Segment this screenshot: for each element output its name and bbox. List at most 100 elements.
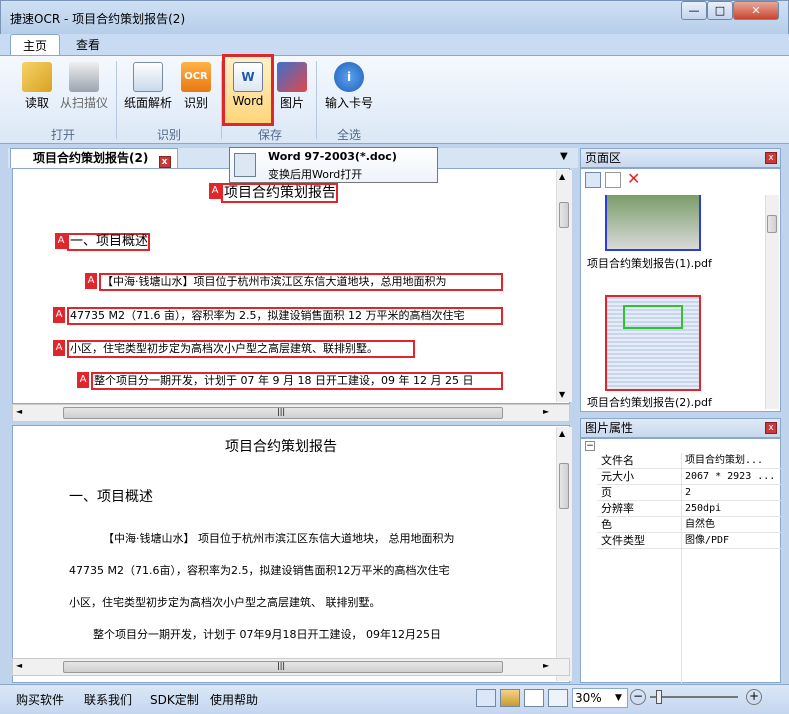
scroll-thumb[interactable] [559, 202, 569, 228]
scroll-grip: ||| [277, 661, 286, 670]
input-card-label: 输入卡号 [324, 96, 373, 110]
image-view-icon[interactable] [500, 689, 520, 707]
ocr-block-text: 小区，住宅类型初步定为高档次小户型之高层建筑、联排别墅。 [70, 342, 378, 355]
minimize-button[interactable]: — [681, 1, 707, 20]
page-panel: ✕ 项目合约策划报告(1).pdf 项目合约策划报告(2).pdf [580, 168, 781, 412]
scroll-grip: ||| [277, 407, 286, 416]
scroll-left-icon[interactable]: ◄ [16, 407, 22, 416]
result-line: 【中海·钱塘山水】 项目位于杭州市滨江区东信大道地块， 总用地面积为 [103, 532, 455, 545]
zoom-value: 30% [575, 691, 602, 705]
text-block-marker: A [53, 307, 65, 323]
page-panel-scrollbar[interactable] [765, 195, 779, 409]
result-vertical-scrollbar[interactable]: ▲ [556, 427, 572, 681]
zoom-out-icon[interactable]: − [630, 689, 646, 705]
ocr-vertical-scrollbar[interactable]: ▲ ▼ [556, 170, 572, 402]
group-recognize-label: 识别 [156, 128, 181, 142]
result-line: 整个项目分一期开发，计划于 07年9月18日开工建设， 09年12月25日 [93, 628, 441, 641]
contact-us-link[interactable]: 联系我们 [84, 691, 132, 708]
text-view-icon[interactable] [524, 689, 544, 707]
layout-button[interactable]: 纸面解析 [122, 58, 174, 118]
scroll-right-icon[interactable]: ► [543, 407, 549, 416]
text-block-marker: A [77, 372, 89, 388]
zoom-slider-track[interactable] [650, 696, 738, 698]
selection-box [623, 305, 683, 329]
scan-button[interactable]: 从扫描仪 [58, 58, 110, 118]
blank-page-icon[interactable] [605, 172, 621, 188]
group-selectall-label: 全选 [336, 128, 361, 142]
group-save-label: 保存 [257, 128, 282, 142]
scroll-thumb[interactable] [559, 463, 569, 509]
picture-button[interactable]: 图片 [274, 58, 310, 118]
ocr-block-text: 47735 M2（71.6 亩），容积率为 2.5，拟建设销售面积 12 万平米… [70, 309, 465, 322]
scroll-up-icon[interactable]: ▲ [559, 429, 565, 438]
layout-icon [133, 62, 163, 92]
scanner-icon [69, 62, 99, 92]
properties-close-icon[interactable]: x [765, 422, 777, 434]
tab-list-dropdown[interactable]: ▼ [560, 151, 568, 162]
view-thumbnails-icon[interactable] [585, 172, 601, 188]
zoom-select[interactable]: 30% ▼ [572, 688, 628, 708]
split-view-icon[interactable] [548, 689, 568, 707]
delete-icon[interactable]: ✕ [627, 169, 640, 188]
ocr-block-line[interactable]: 【中海·钱塘山水】项目位于杭州市滨江区东信大道地块，总用地面积为 [99, 273, 503, 291]
buy-software-link[interactable]: 购买软件 [16, 691, 64, 708]
window-title: 捷速OCR - 项目合约策划报告(2) [10, 12, 186, 26]
tab-view[interactable]: 查看 [64, 34, 112, 56]
document-tab[interactable]: 项目合约策划报告(2) x [10, 148, 178, 168]
result-horizontal-scrollbar[interactable]: ◄ ||| ► [12, 658, 570, 676]
ocr-block-text: 整个项目分一期开发，计划于 07 年 9 月 18 日开工建设，09 年 12 … [94, 374, 474, 387]
picture-icon [277, 62, 307, 92]
word-doc-icon [234, 153, 256, 177]
page-thumbnail-1[interactable] [605, 195, 701, 251]
text-result-pane[interactable]: 项目合约策划报告 一、项目概述 【中海·钱塘山水】 项目位于杭州市滨江区东信大道… [12, 425, 570, 683]
ribbon-separator [221, 61, 222, 139]
ocr-horizontal-scrollbar[interactable]: ◄ ||| ► [12, 404, 570, 422]
read-button[interactable]: 读取 [20, 58, 54, 118]
zoom-slider-thumb[interactable] [656, 690, 662, 704]
word-button[interactable]: W Word [228, 58, 268, 118]
scroll-left-icon[interactable]: ◄ [16, 661, 22, 670]
close-button[interactable]: ✕ [733, 1, 779, 20]
zoom-in-icon[interactable]: + [746, 689, 762, 705]
word-doc-icon: W [233, 62, 263, 92]
tooltip-title: Word 97-2003(*.doc) [268, 150, 397, 163]
sdk-custom-link[interactable]: SDK定制 [150, 691, 199, 708]
result-heading: 一、项目概述 [69, 489, 153, 505]
ocr-block-title[interactable]: A 项目合约策划报告 [209, 183, 338, 203]
tooltip-desc: 变换后用Word打开 [268, 168, 363, 181]
text-block-marker: A [209, 183, 221, 199]
input-card-button[interactable]: i 输入卡号 [322, 58, 376, 118]
ocr-region-pane[interactable]: A 项目合约策划报告 A 一、项目概述 【中海·钱塘山水】项目位于杭州市滨江区东信大… [12, 168, 570, 404]
scan-label: 从扫描仪 [59, 96, 108, 110]
ocr-block-line[interactable]: 小区，住宅类型初步定为高档次小户型之高层建筑、联排别墅。 [67, 340, 415, 358]
ocr-block-line[interactable]: 47735 M2（71.6 亩），容积率为 2.5，拟建设销售面积 12 万平米… [67, 307, 503, 325]
text-block-marker: A [53, 340, 65, 356]
help-link[interactable]: 使用帮助 [210, 691, 258, 708]
maximize-button[interactable]: □ [707, 1, 733, 20]
recognize-button[interactable]: OCR 识别 [178, 58, 214, 118]
scroll-thumb[interactable] [767, 215, 777, 233]
property-divider [681, 453, 682, 683]
result-line: 47735 M2（71.6亩），容积率为2.5，拟建设销售面积12万平米的高档次… [69, 564, 450, 577]
tab-close-icon[interactable]: x [158, 156, 171, 168]
ocr-block-text: 一、项目概述 [70, 234, 149, 249]
page-thumbnail-label: 项目合约策划报告(1).pdf [587, 257, 712, 270]
scroll-up-icon[interactable]: ▲ [559, 172, 565, 181]
result-line: 小区，住宅类型初步定为高档次小户型之高层建筑、 联排别墅。 [69, 596, 381, 609]
tab-home[interactable]: 主页 [10, 34, 61, 56]
picture-label: 图片 [279, 96, 304, 110]
scroll-right-icon[interactable]: ► [543, 661, 549, 670]
ocr-block-line[interactable]: 整个项目分一期开发，计划于 07 年 9 月 18 日开工建设，09 年 12 … [91, 372, 503, 390]
page-panel-close-icon[interactable]: x [765, 152, 777, 164]
page-thumbnail-label: 项目合约策划报告(2).pdf [587, 396, 712, 409]
page-thumbnail-2[interactable] [605, 295, 701, 391]
ribbon [0, 55, 789, 144]
read-label: 读取 [24, 96, 49, 110]
layout-label: 纸面解析 [123, 96, 172, 110]
group-open-label: 打开 [50, 128, 75, 142]
collapse-icon[interactable]: − [585, 441, 595, 451]
scroll-down-icon[interactable]: ▼ [559, 390, 565, 399]
fit-page-icon[interactable] [476, 689, 496, 707]
ocr-block-heading[interactable]: A 一、项目概述 [55, 233, 151, 251]
document-tab-label: 项目合约策划报告(2) [33, 151, 149, 165]
